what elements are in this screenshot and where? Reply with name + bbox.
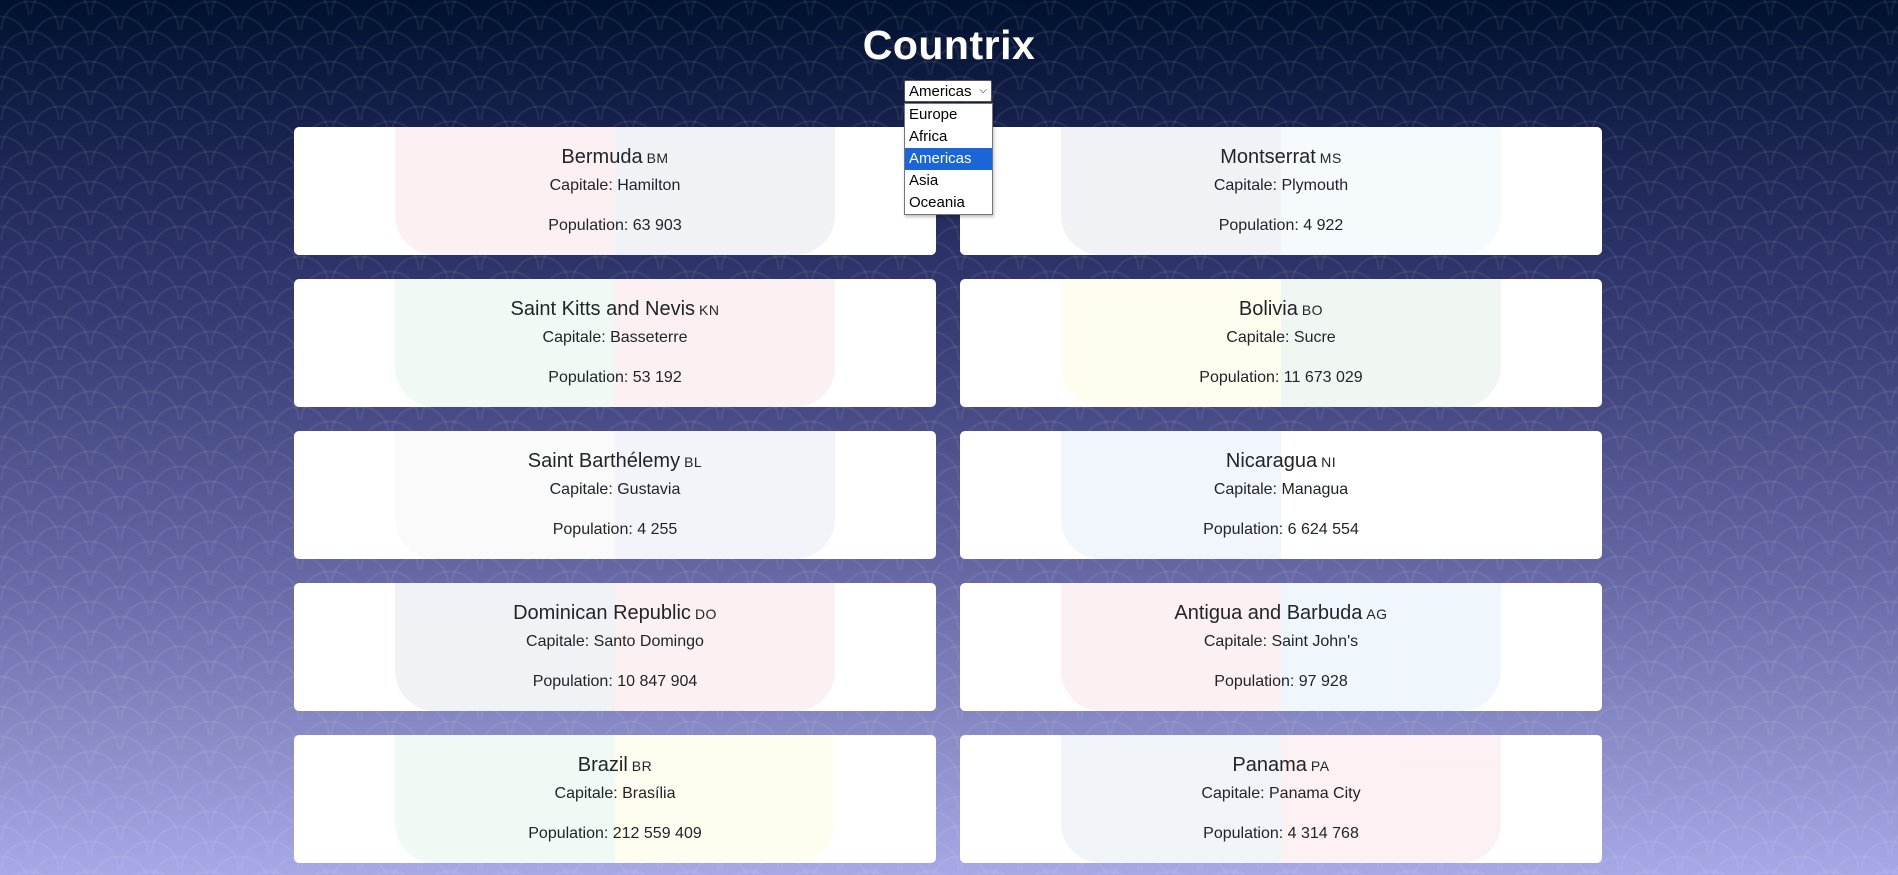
country-title: Bolivia BO: [960, 296, 1602, 322]
country-capital: Capitale: Saint John's: [1203, 633, 1359, 650]
dropdown-option-asia[interactable]: Asia: [905, 170, 992, 192]
country-card[interactable]: Saint Barthélemy BL Capitale: Gustavia Popu…: [294, 431, 936, 559]
country-capital: Capitale: Managua: [1213, 481, 1349, 498]
country-title: Bermuda BM: [294, 144, 936, 170]
country-population: Population: 6 624 554: [1203, 521, 1359, 538]
country-code: MS: [1319, 150, 1342, 166]
country-card[interactable]: Nicaragua NI Capitale: Managua Population: …: [960, 431, 1602, 559]
country-code: BR: [631, 758, 653, 774]
country-card[interactable]: Montserrat MS Capitale: Plymouth Population…: [960, 127, 1602, 255]
country-title: Saint Barthélemy BL: [294, 448, 936, 474]
country-capital: Capitale: Sucre: [1226, 329, 1336, 346]
country-card[interactable]: Bolivia BO Capitale: Sucre Population: 11 6…: [960, 279, 1602, 407]
page-title: Countrix: [862, 22, 1036, 68]
country-title: Montserrat MS: [960, 144, 1602, 170]
country-capital: Capitale: Panama City: [1201, 785, 1361, 802]
country-capital: Capitale: Basseterre: [542, 329, 688, 346]
country-code: PA: [1310, 758, 1330, 774]
country-capital: Capitale: Hamilton: [549, 177, 681, 194]
dropdown-option-europe[interactable]: Europe: [905, 104, 992, 126]
country-title: Panama PA: [960, 752, 1602, 778]
country-code: BO: [1301, 302, 1324, 318]
country-card[interactable]: Brazil BR Capitale: Brasília Population: 21…: [294, 735, 936, 863]
country-name: Bolivia: [1238, 298, 1298, 320]
country-code: BM: [646, 150, 669, 166]
country-title: Nicaragua NI: [960, 448, 1602, 474]
region-select-value: Americas: [909, 82, 972, 100]
country-code: AG: [1366, 606, 1388, 622]
country-capital: Capitale: Brasília: [554, 785, 676, 802]
country-card[interactable]: Antigua and Barbuda AG Capitale: Saint Joh…: [960, 583, 1602, 711]
country-card[interactable]: Bermuda BM Capitale: Hamilton Population: 6…: [294, 127, 936, 255]
country-capital: Capitale: Plymouth: [1213, 177, 1349, 194]
country-title: Brazil BR: [294, 752, 936, 778]
country-name: Dominican Republic: [513, 602, 691, 624]
region-select[interactable]: Americas ⌵: [904, 80, 992, 102]
country-capital: Capitale: Santo Domingo: [526, 633, 704, 650]
country-code: BL: [684, 454, 703, 470]
country-name: Saint Barthélemy: [527, 450, 681, 472]
country-code: DO: [694, 606, 717, 622]
country-card[interactable]: Saint Kitts and Nevis KN Capitale: Bassete…: [294, 279, 936, 407]
country-title: Dominican Republic DO: [294, 600, 936, 626]
country-name: Montserrat: [1220, 146, 1316, 168]
country-population: Population: 10 847 904: [532, 673, 698, 690]
country-capital: Capitale: Gustavia: [549, 481, 681, 498]
country-population: Population: 4 922: [1218, 217, 1344, 234]
country-card[interactable]: Panama PA Capitale: Panama City Population:…: [960, 735, 1602, 863]
country-name: Nicaragua: [1225, 450, 1318, 472]
country-population: Population: 4 314 768: [1203, 825, 1359, 842]
chevron-down-icon: ⌵: [979, 85, 987, 96]
country-name: Saint Kitts and Nevis: [510, 298, 696, 320]
country-name: Bermuda: [561, 146, 643, 168]
country-population: Population: 11 673 029: [1199, 369, 1363, 386]
dropdown-option-africa[interactable]: Africa: [905, 126, 992, 148]
country-population: Population: 53 192: [548, 369, 682, 386]
country-population: Population: 63 903: [548, 217, 682, 234]
country-population: Population: 97 928: [1214, 673, 1348, 690]
dropdown-option-americas[interactable]: Americas: [905, 148, 992, 170]
country-name: Brazil: [577, 754, 628, 776]
country-code: NI: [1321, 454, 1337, 470]
country-title: Antigua and Barbuda AG: [960, 600, 1602, 626]
region-dropdown-list[interactable]: Europe Africa Americas Asia Oceania: [904, 103, 993, 215]
country-name: Panama: [1232, 754, 1307, 776]
dropdown-option-oceania[interactable]: Oceania: [905, 192, 992, 214]
country-name: Antigua and Barbuda: [1174, 602, 1363, 624]
country-population: Population: 4 255: [552, 521, 678, 538]
country-grid: Bermuda BM Capitale: Hamilton Population: 6…: [294, 127, 1602, 863]
country-code: KN: [699, 302, 720, 318]
country-title: Saint Kitts and Nevis KN: [294, 296, 936, 322]
country-population: Population: 212 559 409: [528, 825, 702, 842]
country-card[interactable]: Dominican Republic DO Capitale: Santo Domi…: [294, 583, 936, 711]
